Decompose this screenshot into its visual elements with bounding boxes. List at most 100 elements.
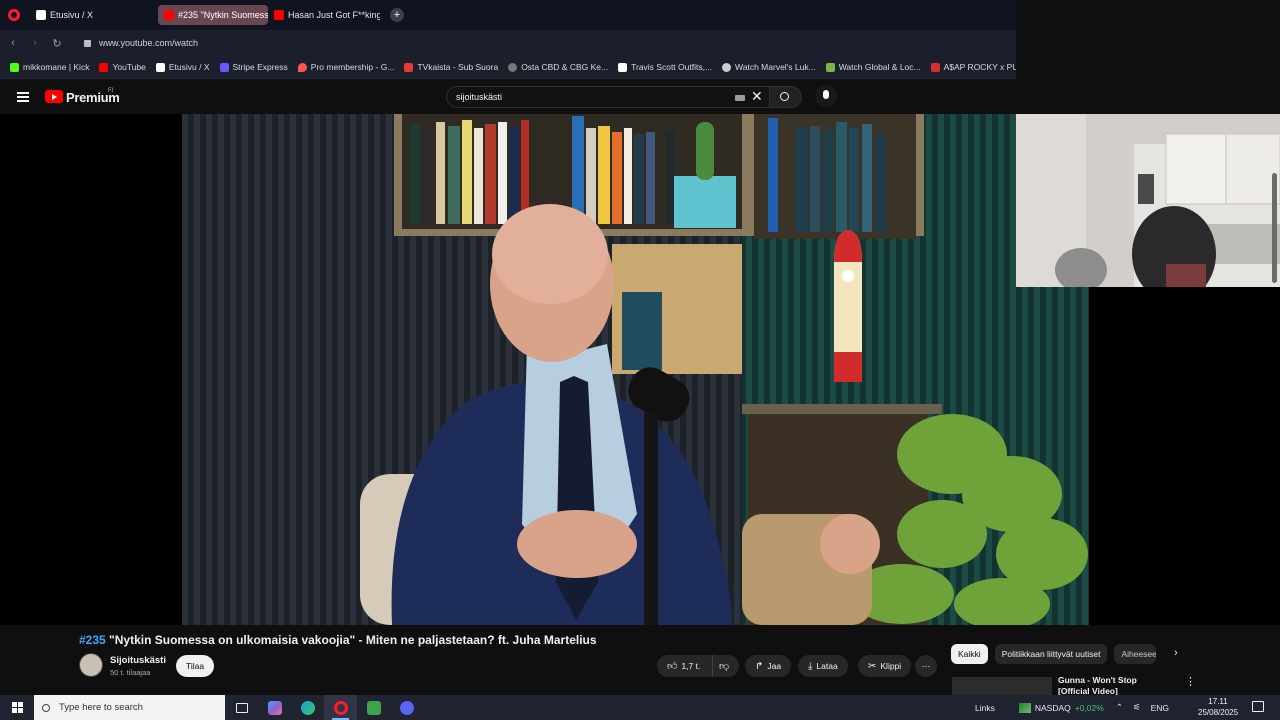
page-scrollbar[interactable] [1272,173,1277,283]
keyboard-icon[interactable] [735,95,745,101]
lock-icon [84,39,91,47]
copilot-icon [267,700,282,715]
video-title-hashtag[interactable]: #235 [79,633,106,647]
bookmark-label: Osta CBD & CBG Ke... [521,62,609,72]
chevron-right-icon[interactable]: › [1174,647,1178,659]
clip-label: Klippi [880,661,902,671]
download-button[interactable]: ⤓ Lataa [798,655,848,677]
bookmark-label: mikkomane | Kick [23,62,90,72]
dislike-button[interactable]: 👎︎ [713,660,733,672]
minecraft-icon [366,700,381,715]
related-filter-chips: Kaikki Politiikkaan liittyvät uutiset Ai… [951,644,1163,664]
x-logo-icon [36,10,46,20]
start-button[interactable] [0,695,34,720]
stripe-icon [219,62,229,72]
bookmark-cbd[interactable]: Osta CBD & CBG Ke... [508,62,608,72]
bookmark-youtube[interactable]: YouTube [99,62,146,72]
country-code: FI [108,88,114,94]
bookmark-x[interactable]: Etusivu / X [155,62,210,72]
chip-all[interactable]: Kaikki [951,644,988,664]
taskbar-search-input[interactable]: Type here to search [34,695,225,720]
forward-icon[interactable]: › [24,37,46,49]
video-player[interactable] [0,114,1280,625]
reload-icon[interactable]: ↻ [46,37,68,50]
youtube-icon [99,62,109,72]
search-button[interactable] [770,86,802,108]
puma-icon [930,62,940,72]
kick-icon [10,62,19,72]
clip-button[interactable]: ✂ Klippi [858,655,912,677]
opera-button[interactable] [324,695,357,720]
bookmark-tvkaista[interactable]: TVkaista - Sub Suora [404,62,498,72]
stock-name[interactable]: NASDAQ [1035,703,1071,713]
channel-name[interactable]: Sijoituskästi [110,655,166,666]
like-button[interactable]: 👍︎ 1,7 t. [657,655,713,677]
more-actions-button[interactable]: ⋯ [915,655,937,677]
download-label: Lataa [816,661,838,671]
url-field[interactable]: www.youtube.com/watch [99,38,198,48]
webcam-image [1016,114,1280,287]
voice-search-button[interactable] [815,85,837,107]
recommendation-title[interactable]: Gunna - Won't Stop [Official Video] [1058,675,1168,697]
bookmark-pro-membership[interactable]: Pro membership - G... [297,62,394,72]
bookmark-global[interactable]: Watch Global & Loc... [825,62,921,72]
search-input[interactable]: sijoituskästi [446,86,770,108]
bookmark-label: TVkaista - Sub Suora [417,62,499,72]
system-clock[interactable]: 17.11 25/08/2025 [1198,696,1238,718]
clock-time: 17.11 [1208,697,1228,706]
tv-icon [404,62,414,72]
language-indicator[interactable]: ENG [1151,703,1169,713]
location-pin-icon [297,62,307,72]
bookmark-marvel[interactable]: Watch Marvel's Luk... [722,62,816,72]
tab-hasan-video[interactable]: Hasan Just Got F**king Ob [268,5,380,25]
opera-icon [333,700,348,715]
chip-politics-news[interactable]: Politiikkaan liittyvät uutiset [994,644,1108,664]
discord-button[interactable] [390,695,423,720]
copilot-button[interactable] [258,695,291,720]
microphone-icon [823,90,829,99]
task-view-button[interactable] [225,695,258,720]
task-view-icon [235,702,248,713]
tab-label: Etusivu / X [50,10,94,20]
stock-change: +0,02% [1074,702,1104,713]
recommendation-menu-button[interactable]: ⋮ [1185,675,1196,688]
menu-icon[interactable] [17,92,29,102]
globe-icon [508,62,518,72]
bookmark-travis[interactable]: Travis Scott Outfits,... [618,62,712,72]
thumbs-down-icon: 👎︎ [719,661,730,672]
close-icon[interactable]: ✕ [751,89,763,103]
chip-related[interactable]: Aiheeseen [1114,644,1157,664]
watch-metadata: #235 "Nytkin Suomessa on ulkomaisia vako… [0,625,1280,697]
minecraft-button[interactable] [357,695,390,720]
bookmark-label: Watch Global & Loc... [838,62,921,72]
edge-button[interactable] [291,695,324,720]
bookmark-asap[interactable]: A$AP ROCKY x PU... [930,62,1016,72]
edge-icon [300,700,315,715]
channel-avatar[interactable] [79,653,103,677]
discord-icon [399,700,414,715]
new-tab-button[interactable]: + [390,8,404,22]
bookmark-stripe[interactable]: Stripe Express [219,62,288,72]
notifications-icon[interactable] [1252,701,1264,712]
tab-sijoituskasti-video[interactable]: #235 "Nytkin Suomessa [158,5,268,25]
back-icon[interactable]: ‹ [2,37,24,49]
search-icon [42,703,50,712]
youtube-masthead: Premium FI sijoituskästi ✕ [0,80,1016,114]
bookmark-kick[interactable]: mikkomane | Kick [10,62,89,72]
youtube-audio-icon [164,10,174,20]
tab-label: Hasan Just Got F**king Ob [288,10,380,20]
links-toolbar[interactable]: Links [975,703,995,713]
chevron-up-icon[interactable]: ⌃ [1116,702,1123,713]
opera-logo-icon[interactable] [8,9,20,21]
tab-etusivu-x[interactable]: Etusivu / X [30,5,158,25]
webcam-overlay [1016,114,1280,287]
subscribe-button[interactable]: Tilaa [176,655,214,677]
share-button[interactable]: ↱ Jaa [745,655,792,677]
subscriber-count: 50 t. tilaajaa [110,668,151,677]
like-count: 1,7 t. [681,661,701,671]
network-icon[interactable]: ⚟ [1133,702,1141,713]
system-tray: Links NASDAQ +0,02% ⌃ ⚟ ENG [975,695,1169,720]
travis-icon [618,62,628,72]
recommendation-thumbnail[interactable] [952,677,1052,695]
youtube-logo-icon[interactable] [45,90,63,103]
